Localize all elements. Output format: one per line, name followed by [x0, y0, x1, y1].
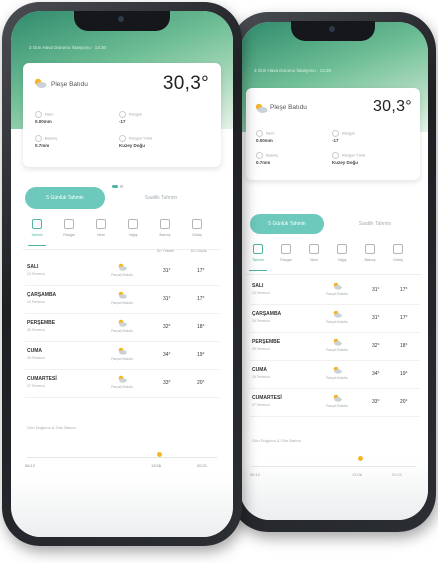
page-indicator — [112, 175, 132, 188]
partly-cloudy-icon — [333, 394, 342, 402]
wind-icon — [64, 219, 74, 229]
wind-icon — [281, 244, 291, 254]
forecast-row[interactable]: PERŞEMBE 25 Temmuz Parçalı Bulutlu 32° 18° — [250, 334, 420, 361]
location-name: Pleşe Batıdu — [51, 81, 88, 88]
tab-humidity[interactable]: Nem — [302, 244, 326, 262]
sunrise-time: 06:12 — [25, 463, 36, 468]
header-line: 3 Gün Hava Durumu İstasyonu · 14:30 — [29, 45, 107, 50]
column-header-low: En Düşük — [191, 249, 207, 253]
partly-cloudy-icon — [118, 375, 127, 383]
gauge-icon — [35, 135, 42, 142]
tab-pressure[interactable]: Basınç — [153, 219, 177, 237]
camera-icon — [329, 26, 335, 32]
tab-humidity[interactable]: Nem — [89, 219, 113, 237]
current-temperature: 30,3° — [372, 98, 412, 115]
forecast-row[interactable]: CUMA 26 Temmuz Parçalı Bulutlu 34° 19° — [25, 343, 219, 370]
tab-forecast[interactable]: Tahmin — [246, 244, 270, 271]
forecast-toggle: 5 Günlük Tahmin Saatlik Tahmin — [250, 214, 420, 234]
phone-notch — [291, 21, 375, 41]
detail-pressure: Basınç 0.7mm — [35, 135, 58, 148]
detail-wind: Rüzgar -17 — [332, 130, 355, 143]
tab-forecast[interactable]: Tahmin — [25, 219, 49, 246]
gauge-icon — [160, 219, 170, 229]
partly-cloudy-icon — [118, 291, 127, 299]
phone-notch — [74, 11, 170, 31]
drop-icon — [256, 130, 263, 137]
tab-pressure[interactable]: Basınç — [358, 244, 382, 262]
current-temperature: 30,3° — [162, 73, 209, 94]
detail-wind: Rüzgar -17 — [119, 111, 142, 124]
tab-visibility[interactable]: Görüş — [185, 219, 209, 237]
wind-icon — [332, 130, 339, 137]
tab-rain[interactable]: Yağış — [330, 244, 354, 262]
camera-icon — [118, 16, 124, 22]
tab-wind[interactable]: Rüzgar — [274, 244, 298, 262]
midday-time: 13:06 — [151, 463, 162, 468]
compass-icon — [119, 135, 126, 142]
tab-hourly-forecast[interactable]: Saatlik Tahmin — [121, 187, 201, 209]
location-name: Pleşe Batıdu — [270, 104, 307, 111]
sun-icon — [157, 452, 162, 457]
drop-icon — [35, 111, 42, 118]
partly-cloudy-icon — [34, 78, 47, 88]
home-icon — [32, 219, 42, 229]
current-weather-card: Pleşe Batıdu 30,3° Nem 0.00mm Rüzgar -17 B… — [246, 88, 420, 180]
partly-cloudy-icon — [255, 103, 268, 113]
tab-5-day-forecast[interactable]: 5 Günlük Tahmin — [250, 214, 324, 234]
metric-tabs: Tahmin Rüzgar Nem Yağış Basınç Görüş — [246, 244, 422, 275]
forecast-row[interactable]: CUMA 26 Temmuz Parçalı Bulutlu 34° 19° — [250, 362, 420, 389]
sunset-time: 20:21 — [197, 463, 208, 468]
forecast-row[interactable]: SALI 23 Temmuz Parçalı Bulutlu 31° 17° — [250, 278, 420, 305]
tab-visibility[interactable]: Görüş — [386, 244, 410, 262]
partly-cloudy-icon — [118, 347, 127, 355]
sun-times-title: Gün Doğumu & Gün Batımı — [252, 438, 301, 443]
eye-icon — [393, 244, 403, 254]
umbrella-icon — [337, 244, 347, 254]
wind-icon — [119, 111, 126, 118]
compass-icon — [332, 152, 339, 159]
partly-cloudy-icon — [118, 263, 127, 271]
forecast-row[interactable]: PERŞEMBE 25 Temmuz Parçalı Bulutlu 32° 18° — [25, 315, 219, 342]
tab-hourly-forecast[interactable]: Saatlik Tahmin — [338, 214, 412, 234]
umbrella-icon — [128, 219, 138, 229]
tab-wind[interactable]: Rüzgar — [57, 219, 81, 237]
partly-cloudy-icon — [118, 319, 127, 327]
forecast-row[interactable]: CUMARTESİ 27 Temmuz Parçalı Bulutlu 33° 20° — [25, 371, 219, 398]
back-screen: 3 Gün Hava Durumu İstasyonu · 14:30 Pleş… — [240, 22, 428, 520]
partly-cloudy-icon — [333, 338, 342, 346]
tab-rain[interactable]: Yağış — [121, 219, 145, 237]
gauge-icon — [256, 152, 263, 159]
partly-cloudy-icon — [333, 366, 342, 374]
partly-cloudy-icon — [333, 310, 342, 318]
forecast-row[interactable]: ÇARŞAMBA 24 Temmuz Parçalı Bulutlu 31° 17° — [250, 306, 420, 333]
metric-tabs: Tahmin Rüzgar Nem Yağış Basınç Görüş — [23, 219, 221, 250]
column-header-high: En Yüksek — [157, 249, 175, 253]
header-line: 3 Gün Hava Durumu İstasyonu · 14:30 — [254, 68, 332, 73]
bottom-fade — [240, 460, 428, 520]
detail-wind-direction: Rüzgar Yönü Kuzey Doğu — [119, 135, 153, 148]
forecast-toggle: 5 Günlük Tahmin Saatlik Tahmin — [25, 187, 219, 209]
gauge-icon — [365, 244, 375, 254]
sun-times-title: Gün Doğumu & Gün Batımı — [27, 425, 76, 430]
phone-back: 3 Gün Hava Durumu İstasyonu · 14:30 Pleş… — [230, 12, 436, 532]
eye-icon — [192, 219, 202, 229]
detail-wind-direction: Rüzgar Yönü Kuzey Doğu — [332, 152, 366, 165]
detail-humidity: Nem 0.00mm — [256, 130, 275, 143]
forecast-row[interactable]: ÇARŞAMBA 24 Temmuz Parçalı Bulutlu 31° 17° — [25, 287, 219, 314]
forecast-row[interactable]: CUMARTESİ 27 Temmuz Parçalı Bulutlu 33° 20° — [250, 390, 420, 417]
home-icon — [253, 244, 263, 254]
forecast-row[interactable]: SALI 23 Temmuz Parçalı Bulutlu 31° 17° — [25, 259, 219, 286]
current-weather-card: Pleşe Batıdu 30,3° Nem 0.00mm Rüzgar -17 B… — [23, 63, 221, 167]
drop-icon — [309, 244, 319, 254]
tab-5-day-forecast[interactable]: 5 Günlük Tahmin — [25, 187, 105, 209]
bottom-fade — [11, 477, 233, 537]
front-screen: 3 Gün Hava Durumu İstasyonu · 14:30 Pleş… — [11, 11, 233, 537]
detail-humidity: Nem 0.00mm — [35, 111, 54, 124]
phone-front: 3 Gün Hava Durumu İstasyonu · 14:30 Pleş… — [2, 2, 242, 546]
partly-cloudy-icon — [333, 282, 342, 290]
drop-icon — [96, 219, 106, 229]
sun-track — [27, 457, 217, 458]
detail-pressure: Basınç 0.7mm — [256, 152, 279, 165]
